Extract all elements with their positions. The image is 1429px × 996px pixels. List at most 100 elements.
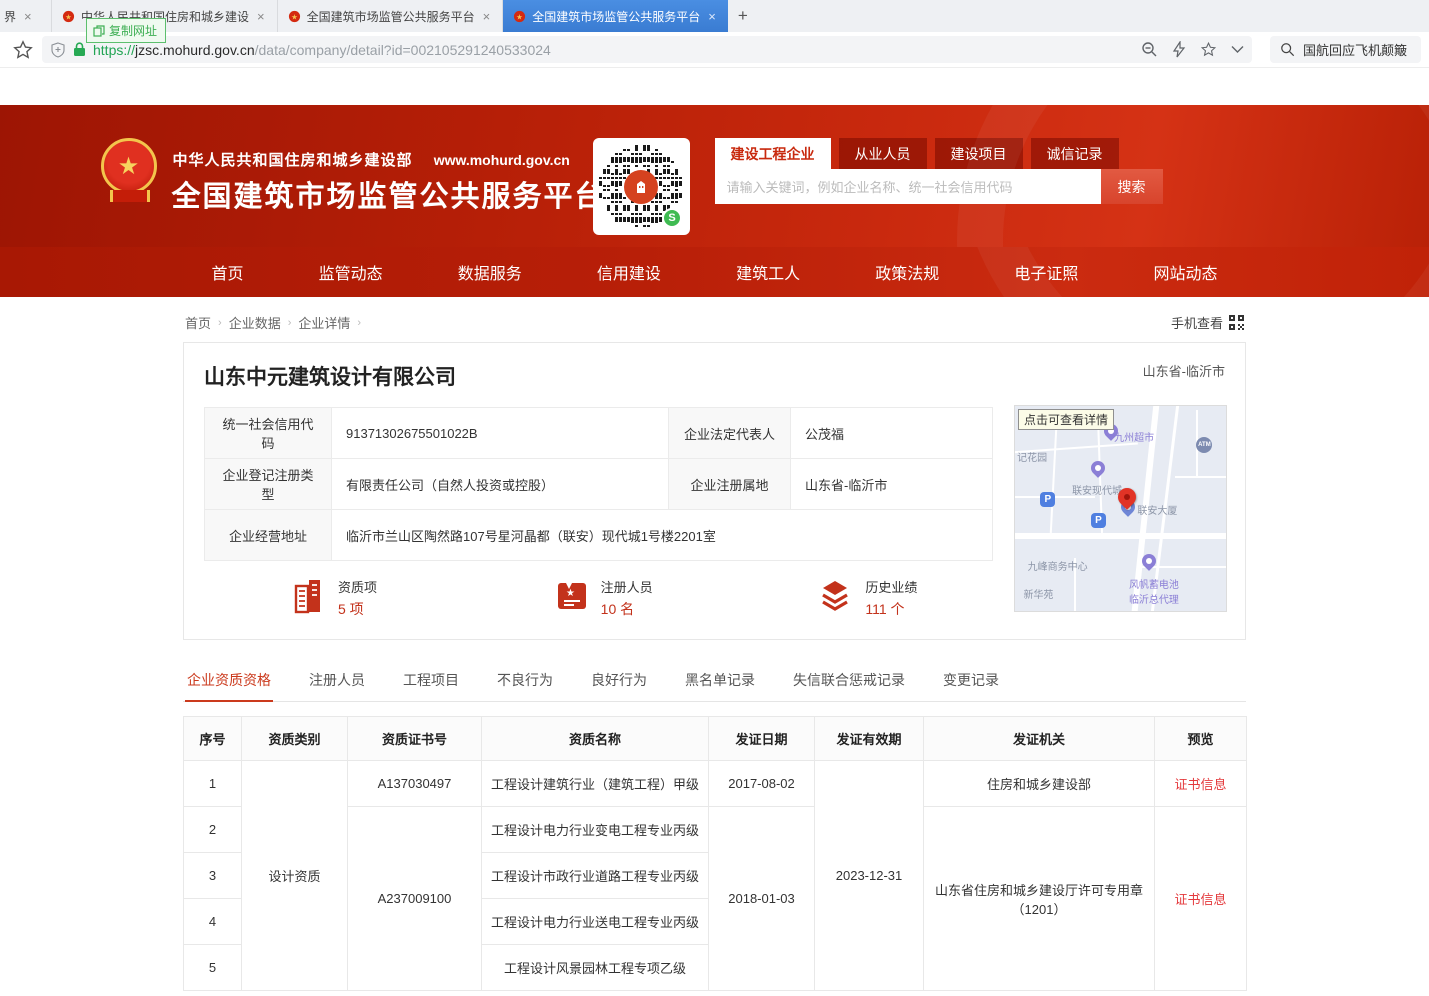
detail-tab[interactable]: 黑名单记录 (683, 666, 757, 701)
breadcrumb-link[interactable]: 企业详情 (298, 313, 350, 332)
stat-label: 注册人员 (601, 577, 653, 596)
nav-item[interactable]: 电子证照 (1012, 256, 1080, 288)
field-label: 企业注册属地 (669, 459, 791, 510)
detail-tab[interactable]: 良好行为 (589, 666, 649, 701)
company-region: 山东省-临沂市 (1143, 361, 1225, 380)
svg-text:★: ★ (65, 12, 72, 21)
certificate-info-link[interactable]: 证书信息 (1174, 892, 1226, 907)
breadcrumb-link[interactable]: 首页 (185, 313, 211, 332)
tab-close-icon[interactable]: × (255, 9, 267, 24)
search-category-tab[interactable]: 建设工程企业 (715, 138, 831, 169)
browser-tab[interactable]: 界× (0, 0, 52, 32)
detail-tab[interactable]: 不良行为 (495, 666, 555, 701)
field-value: 临沂市兰山区陶然路107号星河晶都（联安）现代城1号楼2201室 (332, 510, 993, 561)
detail-tab[interactable]: 失信联合惩戒记录 (791, 666, 907, 701)
lightning-icon[interactable] (1172, 41, 1186, 58)
search-category-tab[interactable]: 从业人员 (839, 138, 927, 169)
stat-text: 注册人员10 名 (601, 577, 653, 619)
history-performance-icon (817, 579, 853, 618)
nav-item[interactable]: 监管动态 (317, 256, 385, 288)
map-label: 联安大厦 (1137, 502, 1177, 517)
company-stat-item[interactable]: 资质项 5 项 (204, 577, 467, 619)
nav-item[interactable]: 首页 (210, 256, 246, 288)
stat-text: 资质项 5 项 (338, 577, 377, 619)
qual-table-cell: 工程设计建筑行业（建筑工程）甲级 (482, 761, 709, 807)
search-category-tab[interactable]: 诚信记录 (1031, 138, 1119, 169)
nav-item[interactable]: 数据服务 (456, 256, 524, 288)
svg-text:★: ★ (516, 12, 523, 21)
qual-col-header: 序号 (184, 717, 242, 761)
nav-item[interactable]: 网站动态 (1151, 256, 1219, 288)
qual-col-header: 资质名称 (482, 717, 709, 761)
qual-col-header: 预览 (1155, 717, 1247, 761)
stat-text: 历史业绩 111 个 (865, 577, 917, 619)
registered-personnel-icon: ★ (555, 579, 589, 618)
shield-icon[interactable] (50, 42, 66, 58)
qual-table-cell: 2 (184, 807, 242, 853)
qual-table-cell: 2017-08-02 (709, 761, 815, 807)
nav-item[interactable]: 政策法规 (873, 256, 941, 288)
secure-lock-icon (73, 42, 86, 57)
company-stat-item[interactable]: 历史业绩 111 个 (729, 577, 992, 619)
address-bar-actions (1141, 41, 1244, 58)
search-button[interactable]: 搜索 (1101, 169, 1163, 204)
field-label: 企业经营地址 (205, 510, 332, 561)
tab-close-icon[interactable]: × (706, 9, 718, 24)
stat-value: 5 项 (338, 599, 377, 619)
new-tab-button[interactable]: + (728, 0, 758, 32)
company-stat-item[interactable]: ★ 注册人员10 名 (467, 577, 730, 619)
search-icon (1280, 42, 1295, 57)
stat-label: 历史业绩 (865, 577, 917, 596)
mobile-view-button[interactable]: 手机查看 (1171, 313, 1244, 332)
search-category-tab[interactable]: 建设项目 (935, 138, 1023, 169)
ministry-label: 中华人民共和国住房和城乡建设部 (173, 152, 413, 169)
company-detail-card: 山东中元建筑设计有限公司 山东省-临沂市 统一社会信用代码 9137130267… (183, 342, 1246, 640)
map-tooltip: 点击可查看详情 (1018, 409, 1114, 430)
detail-tab[interactable]: 工程项目 (401, 666, 461, 701)
parking-icon: P (1091, 513, 1106, 528)
map-poi-pin-icon (1088, 458, 1108, 478)
favorite-star-icon[interactable] (1200, 41, 1217, 58)
platform-search-input[interactable]: 请输入关键词，例如企业名称、统一社会信用代码 (715, 169, 1101, 204)
stat-label: 资质项 (338, 577, 377, 596)
breadcrumb-link[interactable]: 企业数据 (229, 313, 281, 332)
address-bar-url-field[interactable]: https://jzsc.mohurd.gov.cn/data/company/… (42, 36, 1252, 63)
tab-close-icon[interactable]: × (22, 9, 34, 24)
nav-items: 首页 监管动态 数据服务 信用建设 建筑工人 政策法规 电子证照 网站动态 (210, 247, 1220, 297)
tab-close-icon[interactable]: × (481, 9, 493, 24)
stat-value: 111 个 (865, 599, 917, 619)
bookmark-star-icon[interactable] (12, 39, 34, 61)
nav-item[interactable]: 建筑工人 (734, 256, 802, 288)
qual-table-cell: 4 (184, 899, 242, 945)
field-value: 有限责任公司（自然人投资或控股） (332, 459, 669, 510)
map-road (1014, 533, 1227, 539)
qr-center-logo-icon (624, 170, 658, 204)
browser-tab[interactable]: ★全国建筑市场监管公共服务平台× (503, 0, 728, 32)
detail-tab[interactable]: 企业资质资格 (185, 666, 273, 701)
chevron-down-icon[interactable] (1231, 45, 1244, 54)
map-label: 九州超市 (1114, 429, 1154, 444)
detail-tab[interactable]: 注册人员 (307, 666, 367, 701)
qual-table-cell: 设计资质 (242, 761, 348, 991)
qual-table-cell: 5 (184, 945, 242, 991)
company-location-map[interactable]: 点击可查看详情 九州超市记花园联安现代城联安大厦九峰商务中心新华苑风帆蓄电池临沂… (1014, 405, 1227, 612)
field-value: 91371302675501022B (332, 408, 669, 459)
field-label: 统一社会信用代码 (205, 408, 332, 459)
browser-tab-bar: 界×★中华人民共和国住房和城乡建设×★全国建筑市场监管公共服务平台×★全国建筑市… (0, 0, 1429, 32)
map-label: 九峰商务中心 (1028, 558, 1088, 573)
qual-table-cell: 1 (184, 761, 242, 807)
qr-code-icon (1229, 315, 1244, 330)
breadcrumb-links: 首页›企业数据›企业详情› (185, 313, 368, 332)
qual-table-cell: 证书信息 (1155, 761, 1247, 807)
certificate-info-link[interactable]: 证书信息 (1174, 777, 1226, 792)
browser-hot-search-box[interactable]: 国航回应飞机颠簸 (1270, 36, 1421, 63)
platform-search: 建设工程企业从业人员建设项目诚信记录 请输入关键词，例如企业名称、统一社会信用代… (715, 138, 1163, 204)
browser-tab[interactable]: ★全国建筑市场监管公共服务平台× (278, 0, 504, 32)
page-top-gap (0, 68, 1429, 105)
detail-tab[interactable]: 变更记录 (941, 666, 1001, 701)
zoom-out-icon[interactable] (1141, 41, 1158, 58)
qual-col-header: 发证日期 (709, 717, 815, 761)
nav-item[interactable]: 信用建设 (595, 256, 663, 288)
ministry-website: www.mohurd.gov.cn (434, 152, 570, 168)
hot-search-text: 国航回应飞机颠簸 (1303, 40, 1407, 59)
